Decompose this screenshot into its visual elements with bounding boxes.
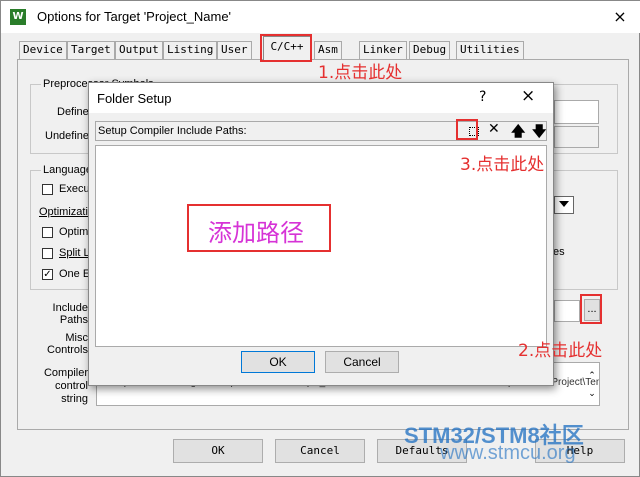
annotation-step2: 2.点击此处 [518,341,603,361]
window-close-icon[interactable]: × [609,6,631,28]
dropdown-arrow-icon [559,201,569,207]
optimization-dropdown[interactable] [554,196,574,214]
folder-setup-title: Folder Setup [97,91,172,106]
optimize-time-checkbox[interactable] [42,227,53,238]
window-title: Options for Target 'Project_Name' [37,9,232,24]
annotation-box-tab [260,34,312,62]
undefine-label: Undefine: [45,130,93,142]
execute-only-checkbox[interactable] [42,184,53,195]
language-right-fragment: es [553,246,565,258]
include-paths-list-header: Setup Compiler Include Paths: ✕ 🡅 🡇 [95,121,547,141]
folder-setup-ok-button[interactable]: OK [241,351,315,373]
include-paths-label: Include Paths [52,302,88,326]
tab-linker[interactable]: Linker [359,41,407,59]
annotation-add-path: 添加路径 [208,219,304,247]
define-field[interactable] [554,100,599,124]
tab-debug[interactable]: Debug [409,41,451,59]
compiler-string-scroll-icon[interactable]: ⌃ ⌄ [587,367,597,403]
tab-asm[interactable]: Asm [314,41,342,59]
split-load-checkbox[interactable] [42,248,53,259]
tab-strip: Device Target Output Listing User C/C++ … [1,33,640,61]
keil-app-icon: W [10,9,26,25]
watermark-url: www.stmcu.org [440,442,576,464]
tab-device[interactable]: Device [19,41,67,59]
help-icon[interactable]: ? [479,89,486,105]
ok-button[interactable]: OK [173,439,263,463]
include-paths-list-title: Setup Compiler Include Paths: [98,125,247,137]
title-bar: W Options for Target 'Project_Name' × [1,1,640,33]
move-up-icon[interactable]: 🡅 [511,121,525,145]
folder-setup-cancel-button[interactable]: Cancel [325,351,399,373]
delete-icon[interactable]: ✕ [488,121,500,137]
annotation-step3: 3.点击此处 [460,155,545,175]
include-paths-field[interactable] [554,300,580,322]
folder-setup-title-bar: Folder Setup ? × [89,83,553,113]
undefine-field[interactable] [554,126,599,148]
annotation-step1: 1.点击此处 [318,63,403,83]
tab-target[interactable]: Target [67,41,115,59]
folder-setup-close-icon[interactable]: × [521,86,535,106]
move-down-icon[interactable]: 🡇 [532,121,546,145]
compiler-control-label: Compiler control string [43,367,88,405]
tab-listing[interactable]: Listing [163,41,218,59]
cancel-button[interactable]: Cancel [275,439,365,463]
annotation-box-new-folder [456,119,478,140]
define-label: Define: [57,106,92,118]
tab-utilities[interactable]: Utilities [456,41,524,59]
tab-output[interactable]: Output [115,41,163,59]
one-elf-checkbox[interactable]: ✓ [42,269,53,280]
annotation-box-browse [580,294,602,324]
misc-controls-label: Misc Controls [47,332,88,356]
tab-user[interactable]: User [217,41,252,59]
